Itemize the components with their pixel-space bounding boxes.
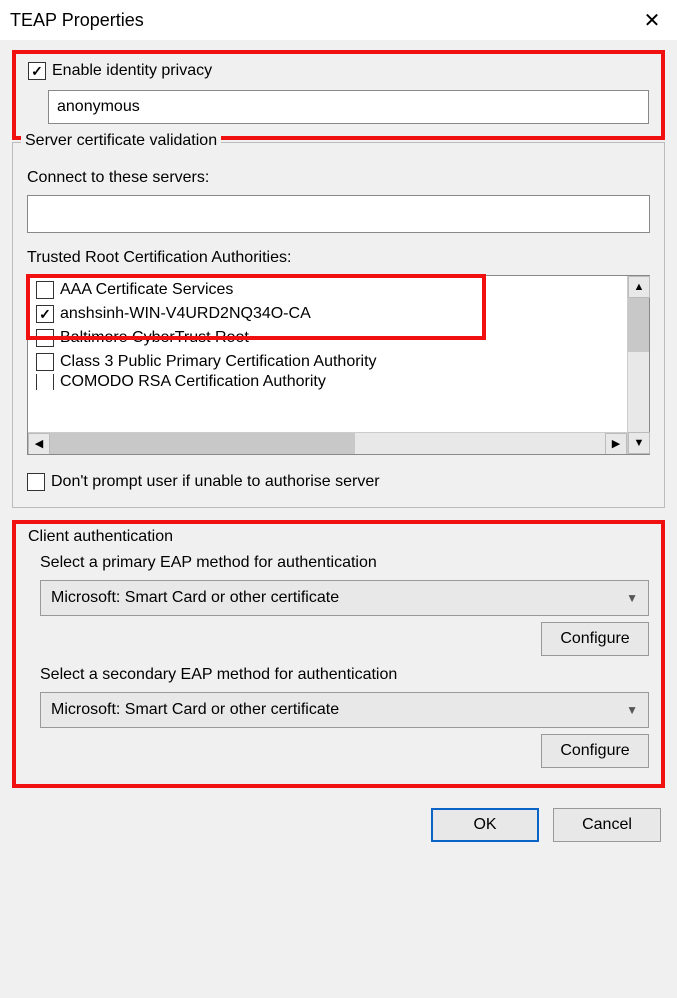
ca-checkbox[interactable] (36, 353, 54, 371)
connect-servers-input[interactable] (27, 195, 650, 233)
ca-name: Baltimore CyberTrust Root (60, 329, 249, 347)
secondary-eap-select[interactable]: Microsoft: Smart Card or other certifica… (40, 692, 649, 728)
dialog-content: Enable identity privacy Server certifica… (0, 40, 677, 998)
ca-name: Class 3 Public Primary Certification Aut… (60, 353, 377, 371)
hscroll-thumb[interactable] (50, 433, 355, 455)
secondary-eap-value: Microsoft: Smart Card or other certifica… (51, 701, 339, 719)
client-authentication-highlight: Client authentication Select a primary E… (12, 520, 665, 788)
ca-checkbox[interactable] (36, 305, 54, 323)
dont-prompt-label: Don't prompt user if unable to authorise… (51, 473, 380, 491)
ok-button[interactable]: OK (431, 808, 539, 842)
cancel-button[interactable]: Cancel (553, 808, 661, 842)
list-item[interactable]: Baltimore CyberTrust Root (32, 326, 623, 350)
dialog-footer: OK Cancel (12, 796, 665, 842)
server-certificate-validation-group: Server certificate validation Connect to… (12, 142, 665, 508)
secondary-configure-button[interactable]: Configure (541, 734, 649, 768)
list-item[interactable]: anshsinh-WIN-V4URD2NQ34O-CA (32, 302, 623, 326)
enable-identity-privacy-label: Enable identity privacy (52, 62, 212, 80)
vscroll-thumb[interactable] (628, 298, 649, 352)
trusted-root-ca-label: Trusted Root Certification Authorities: (27, 249, 650, 267)
ca-checkbox[interactable] (36, 374, 54, 390)
scroll-left-icon[interactable]: ◀ (28, 433, 50, 455)
scroll-down-icon[interactable]: ▼ (628, 432, 650, 454)
close-icon[interactable]: ✕ (627, 0, 677, 40)
trusted-root-ca-list-container: AAA Certificate Services anshsinh-WIN-V4… (27, 275, 650, 455)
trusted-root-ca-list[interactable]: AAA Certificate Services anshsinh-WIN-V4… (28, 276, 627, 432)
identity-privacy-input[interactable] (48, 90, 649, 124)
ca-checkbox[interactable] (36, 329, 54, 347)
secondary-eap-label: Select a secondary EAP method for authen… (40, 666, 649, 684)
scroll-up-icon[interactable]: ▲ (628, 276, 650, 298)
enable-identity-privacy-checkbox[interactable] (28, 62, 46, 80)
ca-name: COMODO RSA Certification Authority (60, 374, 326, 390)
window-title: TEAP Properties (10, 10, 144, 31)
chevron-down-icon: ▼ (626, 591, 638, 605)
dont-prompt-checkbox[interactable] (27, 473, 45, 491)
connect-servers-label: Connect to these servers: (27, 169, 650, 187)
identity-privacy-highlight: Enable identity privacy (12, 50, 665, 140)
ca-checkbox[interactable] (36, 281, 54, 299)
ca-name: AAA Certificate Services (60, 281, 233, 299)
primary-configure-button[interactable]: Configure (541, 622, 649, 656)
list-item[interactable]: Class 3 Public Primary Certification Aut… (32, 350, 623, 374)
titlebar: TEAP Properties ✕ (0, 0, 677, 40)
server-validation-legend: Server certificate validation (21, 132, 221, 150)
chevron-down-icon: ▼ (626, 703, 638, 717)
primary-eap-value: Microsoft: Smart Card or other certifica… (51, 589, 339, 607)
primary-eap-select[interactable]: Microsoft: Smart Card or other certifica… (40, 580, 649, 616)
primary-eap-label: Select a primary EAP method for authenti… (40, 554, 649, 572)
list-item[interactable]: COMODO RSA Certification Authority (32, 374, 623, 390)
horizontal-scrollbar[interactable]: ◀ ▶ (28, 432, 627, 454)
client-auth-legend: Client authentication (28, 528, 649, 546)
scroll-right-icon[interactable]: ▶ (605, 433, 627, 455)
list-item[interactable]: AAA Certificate Services (32, 278, 623, 302)
vertical-scrollbar[interactable]: ▲ ▼ (627, 276, 649, 454)
ca-name: anshsinh-WIN-V4URD2NQ34O-CA (60, 305, 311, 323)
